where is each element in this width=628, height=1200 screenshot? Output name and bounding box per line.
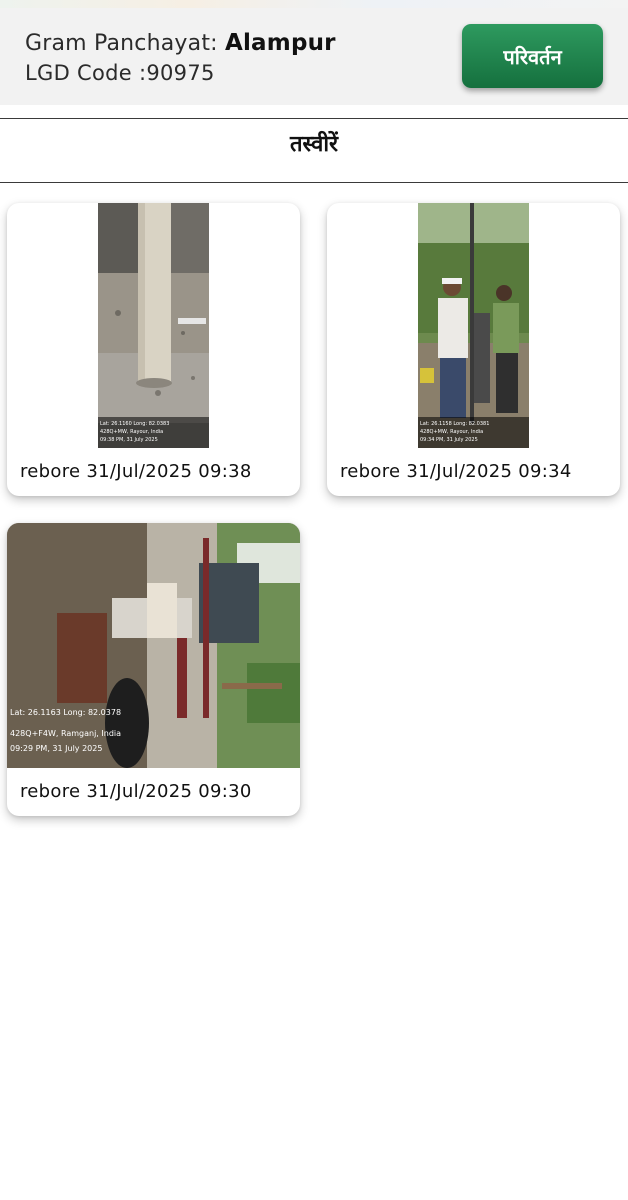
geo-stamp: 09:34 PM, 31 July 2025 (420, 437, 478, 443)
photo-card[interactable]: Lat: 26.1163 Long: 82.0378 428Q+F4W, Ram… (7, 523, 300, 816)
photo-frame: Lat: 26.1158 Long: 82.0381 428Q+MW, Rayo… (327, 203, 620, 448)
photo-card[interactable]: Lat: 26.1158 Long: 82.0381 428Q+MW, Rayo… (327, 203, 620, 496)
geo-stamp: Lat: 26.1163 Long: 82.0378 (10, 708, 121, 717)
geo-stamp: 09:29 PM, 31 July 2025 (10, 744, 102, 753)
panchayat-label: Gram Panchayat: (25, 31, 225, 56)
change-button[interactable]: परिवर्तन (462, 24, 603, 88)
section-title: तस्वीरें (289, 132, 339, 157)
divider-top (0, 118, 628, 119)
geo-stamp: 428Q+MW, Rayour, India (420, 429, 483, 435)
panchayat-line: Gram Panchayat: Alampur (25, 30, 336, 56)
photo-caption: rebore 31/Jul/2025 09:38 (20, 461, 252, 482)
divider-bottom (0, 182, 628, 183)
header: Gram Panchayat: Alampur LGD Code :90975 … (0, 8, 628, 105)
geo-stamp: 428Q+MW, Rayour, India (100, 429, 163, 435)
geo-stamp: 09:38 PM, 31 July 2025 (100, 437, 158, 443)
photo-caption: rebore 31/Jul/2025 09:34 (340, 461, 572, 482)
geo-stamp: Lat: 26.1160 Long: 82.0383 (100, 421, 169, 427)
photo-pipe-in-gravel[interactable]: Lat: 26.1160 Long: 82.0383 428Q+MW, Rayo… (98, 203, 209, 448)
geo-stamp: 428Q+F4W, Ramganj, India (10, 729, 121, 738)
photo-handpump-platform[interactable]: Lat: 26.1163 Long: 82.0378 428Q+F4W, Ram… (7, 523, 300, 768)
photo-frame: Lat: 26.1160 Long: 82.0383 428Q+MW, Rayo… (7, 203, 300, 448)
lgd-line: LGD Code :90975 (25, 61, 215, 85)
photo-caption: rebore 31/Jul/2025 09:30 (20, 781, 252, 802)
lgd-code: 90975 (146, 61, 215, 85)
panchayat-name: Alampur (224, 30, 336, 56)
lgd-label: LGD Code : (25, 61, 147, 85)
status-bar-strip (0, 0, 628, 8)
photo-frame: Lat: 26.1163 Long: 82.0378 428Q+F4W, Ram… (7, 523, 300, 768)
photo-card[interactable]: Lat: 26.1160 Long: 82.0383 428Q+MW, Rayo… (7, 203, 300, 496)
photo-workers-at-pump[interactable]: Lat: 26.1158 Long: 82.0381 428Q+MW, Rayo… (418, 203, 529, 448)
geo-stamp: Lat: 26.1158 Long: 82.0381 (420, 421, 489, 427)
